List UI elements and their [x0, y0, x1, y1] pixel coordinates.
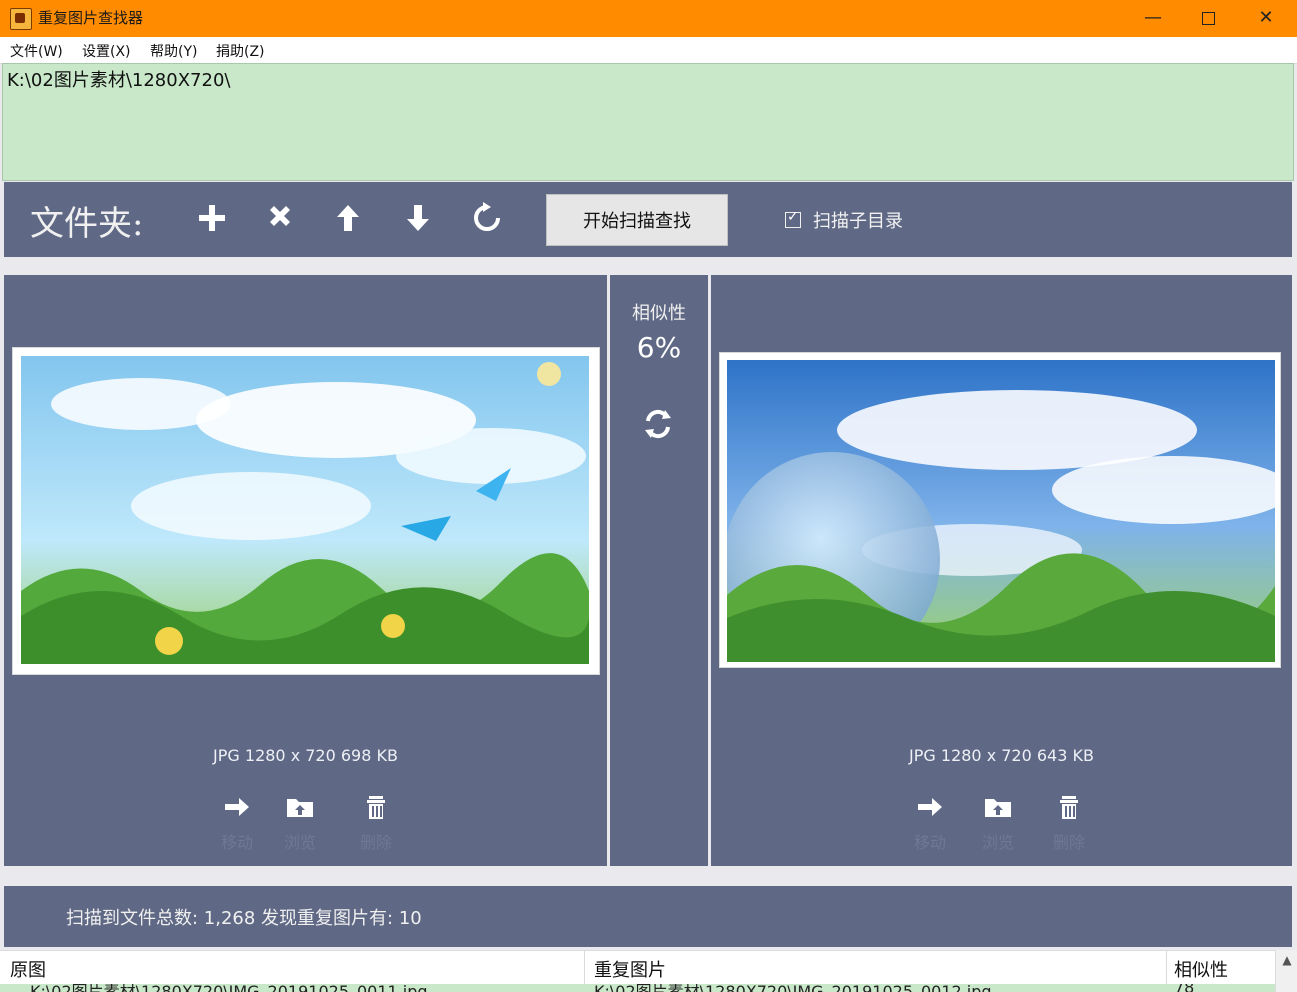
menu-help[interactable]: 帮助(Y): [150, 41, 197, 61]
maximize-button[interactable]: [1185, 0, 1231, 37]
similarity-label: 相似性: [632, 303, 686, 324]
column-separator: [584, 951, 585, 985]
move-original-button[interactable]: 移动: [215, 791, 259, 853]
folder-path-text: K:\02图片素材\1280X720\: [7, 70, 231, 91]
column-separator: [1166, 951, 1167, 985]
delete-original-label: 删除: [359, 833, 392, 852]
menu-bar: 文件(W) 设置(X) 帮助(Y) 捐助(Z): [0, 37, 1297, 64]
move-duplicate-button[interactable]: 移动: [908, 791, 952, 853]
move-original-label: 移动: [220, 833, 253, 852]
browse-original-button[interactable]: 浏览: [278, 791, 322, 853]
scan-subdirectories-label: 扫描子目录: [813, 211, 903, 232]
original-image[interactable]: [21, 356, 589, 664]
window-title: 重复图片查找器: [38, 9, 144, 27]
checkbox-checked-icon[interactable]: [785, 209, 801, 228]
similarity-value: 6%: [636, 331, 682, 364]
column-similarity[interactable]: 相似性: [1174, 956, 1228, 982]
close-button[interactable]: ✕: [1243, 0, 1289, 37]
move-up-icon[interactable]: [330, 200, 366, 236]
menu-donate[interactable]: 捐助(Z): [216, 41, 265, 61]
delete-original-button[interactable]: 删除: [354, 791, 398, 853]
row-original-path: K:\02图片素材\1280X720\IMG_20191025_0011.jpg: [30, 984, 428, 992]
row-duplicate-path: K:\02图片素材\1280X720\IMG_20191025_0012.jpg: [594, 984, 992, 992]
remove-icon[interactable]: [262, 200, 298, 236]
trash-icon: [1060, 796, 1078, 819]
status-bar: 扫描到文件总数: 1,268 发现重复图片有: 10: [4, 886, 1292, 947]
move-icon: [918, 798, 942, 816]
refresh-icon[interactable]: [469, 200, 505, 236]
duplicate-image-panel: JPG 1280 x 720 643 KB 移动 浏览 删除: [711, 275, 1292, 866]
trash-icon: [367, 796, 385, 819]
folder-icon: [287, 799, 313, 817]
folder-toolbar: 文件夹: 开始扫描查找 扫描子目录: [4, 182, 1292, 257]
delete-duplicate-button[interactable]: 删除: [1047, 791, 1091, 853]
start-scan-button[interactable]: 开始扫描查找: [546, 194, 728, 246]
original-image-meta: JPG 1280 x 720 698 KB: [213, 746, 398, 765]
table-scrollbar[interactable]: ▲: [1275, 950, 1297, 992]
delete-duplicate-label: 删除: [1052, 833, 1085, 852]
column-duplicate[interactable]: 重复图片: [594, 956, 666, 982]
browse-duplicate-button[interactable]: 浏览: [976, 791, 1020, 853]
folder-path-input[interactable]: K:\02图片素材\1280X720\: [2, 63, 1294, 181]
scan-subdirectories-checkbox[interactable]: 扫描子目录: [785, 207, 903, 233]
scroll-up-arrow-icon[interactable]: ▲: [1276, 953, 1297, 967]
add-icon[interactable]: [194, 200, 230, 236]
move-icon: [225, 798, 249, 816]
folder-label: 文件夹:: [30, 204, 144, 244]
original-image-panel: JPG 1280 x 720 698 KB 移动 浏览 删除: [4, 275, 607, 866]
folder-icon: [985, 799, 1011, 817]
move-duplicate-label: 移动: [913, 833, 946, 852]
duplicate-image[interactable]: [727, 360, 1275, 662]
browse-duplicate-label: 浏览: [981, 833, 1014, 852]
title-bar: 重复图片查找器 — ✕: [0, 0, 1297, 37]
menu-file[interactable]: 文件(W): [10, 41, 63, 61]
menu-settings[interactable]: 设置(X): [82, 41, 131, 61]
scan-status-text: 扫描到文件总数: 1,268 发现重复图片有: 10: [66, 908, 422, 929]
table-row[interactable]: K:\02图片素材\1280X720\IMG_20191025_0011.jpg…: [0, 984, 1275, 992]
browse-original-label: 浏览: [283, 833, 316, 852]
app-icon: [10, 8, 32, 30]
results-table-header: 原图 重复图片 相似性: [0, 950, 1297, 985]
duplicate-image-meta: JPG 1280 x 720 643 KB: [909, 746, 1094, 765]
minimize-button[interactable]: —: [1130, 0, 1176, 37]
row-similarity: 78: [1174, 984, 1194, 992]
move-down-icon[interactable]: [400, 200, 436, 236]
column-original[interactable]: 原图: [10, 956, 46, 982]
swap-icon[interactable]: [641, 407, 675, 441]
similarity-panel: 相似性 6%: [610, 275, 708, 866]
